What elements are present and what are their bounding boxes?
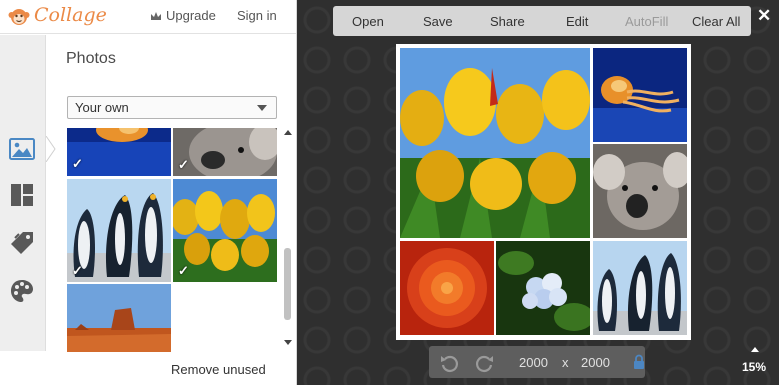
backgrounds-tool-button[interactable]: [8, 277, 36, 305]
rotate-left-icon[interactable]: [440, 353, 460, 373]
photo-source-value: Your own: [75, 100, 129, 115]
checkmark-icon: ✓: [178, 157, 189, 172]
canvas-height-value[interactable]: 2000: [581, 355, 610, 370]
collage-cell-jellyfish[interactable]: [593, 48, 687, 142]
canvas-width-value[interactable]: 2000: [519, 355, 548, 370]
photo-source-select[interactable]: Your own: [67, 96, 277, 119]
chevron-down-icon: [257, 105, 267, 111]
tulips-photo: [400, 48, 590, 238]
upgrade-link[interactable]: Upgrade: [150, 8, 216, 23]
image-icon: [9, 138, 35, 160]
size-separator: x: [562, 355, 569, 370]
photos-tool-button[interactable]: [8, 135, 36, 163]
canvas-size-bar: 2000 x 2000: [429, 346, 645, 378]
collage-workspace: Open Save Share Edit AutoFill Clear All …: [297, 0, 779, 385]
autofill-button[interactable]: AutoFill: [625, 14, 668, 29]
collage-cell-chrysanthemum[interactable]: [400, 241, 494, 335]
collage-cell-tulips[interactable]: [400, 48, 590, 238]
open-button[interactable]: Open: [352, 14, 384, 29]
thumbnail-tulips[interactable]: ✓: [173, 179, 277, 282]
layouts-tool-button[interactable]: [8, 181, 36, 209]
palette-icon: [11, 280, 33, 302]
lock-icon[interactable]: [633, 354, 645, 369]
photos-sidebar: Collage Upgrade Sign in Photos Your own …: [0, 0, 297, 385]
checkmark-icon: ✓: [72, 263, 83, 278]
save-button[interactable]: Save: [423, 14, 453, 29]
desert-photo: [67, 284, 171, 352]
collage-canvas: [396, 44, 691, 340]
panel-title: Photos: [66, 50, 116, 67]
collage-cell-penguins[interactable]: [593, 241, 687, 335]
thumbnail-desert[interactable]: [67, 284, 171, 352]
signin-link[interactable]: Sign in: [237, 8, 277, 23]
tag-icon: [11, 232, 33, 254]
scrollbar-thumb[interactable]: [284, 248, 291, 320]
collage-cell-hydrangea[interactable]: [496, 241, 590, 335]
penguins-photo: [593, 241, 687, 335]
scroll-up-arrow-icon[interactable]: [284, 130, 292, 135]
thumbnail-penguins[interactable]: ✓: [67, 179, 171, 282]
hydrangea-photo: [496, 241, 590, 335]
monkey-logo-icon: [8, 9, 30, 25]
tool-rail: [0, 35, 46, 351]
close-icon[interactable]: ✕: [757, 6, 771, 26]
upgrade-label: Upgrade: [166, 8, 216, 23]
thumbnail-scrollbar[interactable]: [283, 128, 293, 352]
photo-thumbnail-grid: ✓ ✓ ✓ ✓: [67, 128, 279, 352]
crown-icon: [151, 11, 161, 20]
zoom-level[interactable]: 15%: [742, 360, 766, 374]
share-button[interactable]: Share: [490, 14, 525, 29]
thumbnail-jellyfish[interactable]: ✓: [67, 128, 171, 176]
rotate-right-icon[interactable]: [474, 353, 494, 373]
checkmark-icon: ✓: [178, 263, 189, 278]
scroll-down-arrow-icon[interactable]: [284, 340, 292, 345]
koala-photo: [593, 144, 687, 238]
clear-all-button[interactable]: Clear All: [692, 14, 740, 29]
jellyfish-photo: [593, 48, 687, 142]
active-tool-pointer: [46, 136, 56, 162]
edit-button[interactable]: Edit: [566, 14, 588, 29]
top-bar: Collage Upgrade Sign in: [0, 0, 296, 34]
app-logo-text: Collage: [34, 4, 107, 26]
collage-toolbar: Open Save Share Edit AutoFill Clear All: [333, 6, 751, 36]
remove-unused-button[interactable]: Remove unused: [171, 362, 266, 377]
collage-cell-koala[interactable]: [593, 144, 687, 238]
layout-icon: [11, 184, 33, 206]
stickers-tool-button[interactable]: [8, 229, 36, 257]
checkmark-icon: ✓: [72, 156, 83, 171]
zoom-up-arrow-icon[interactable]: [751, 347, 759, 352]
thumbnail-koala[interactable]: ✓: [173, 128, 277, 176]
chrysanthemum-photo: [400, 241, 494, 335]
